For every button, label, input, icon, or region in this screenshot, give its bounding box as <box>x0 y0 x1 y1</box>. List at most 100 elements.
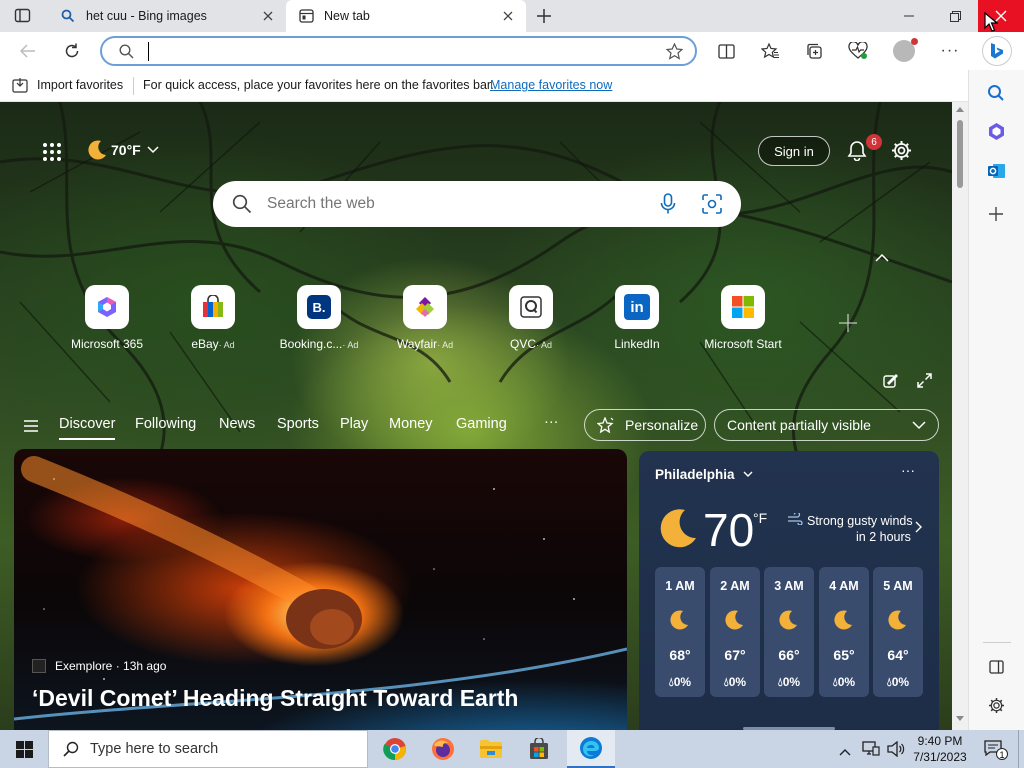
collapse-chevron-icon[interactable] <box>875 249 889 267</box>
quick-link-ebay[interactable]: eBay· Ad <box>165 285 261 351</box>
sidebar-add-button[interactable] <box>989 207 1003 226</box>
quick-link-linkedin[interactable]: in LinkedIn <box>589 285 685 351</box>
feed-tab-money[interactable]: Money <box>389 416 433 432</box>
chevron-right-icon[interactable] <box>915 521 922 533</box>
sidebar-settings-button[interactable] <box>988 697 1005 719</box>
new-tab-button[interactable] <box>534 6 554 26</box>
moon-icon <box>660 509 696 548</box>
taskbar-chrome[interactable] <box>371 730 419 768</box>
tab-label: New tab <box>324 9 370 23</box>
hide-sidebar-button[interactable] <box>989 660 1004 679</box>
content-visibility-dropdown[interactable]: Content partially visible <box>714 409 939 441</box>
favorites-button[interactable] <box>756 37 784 65</box>
split-screen-button[interactable] <box>712 37 740 65</box>
microphone-icon[interactable] <box>660 193 676 215</box>
clock[interactable]: 9:40 PM 7/31/2023 <box>910 733 970 765</box>
manage-favorites-link[interactable]: Manage favorites now <box>490 78 612 92</box>
scroll-down-arrow-icon[interactable] <box>956 716 964 722</box>
apps-launcher-button[interactable] <box>42 142 62 162</box>
edit-background-button[interactable] <box>883 373 899 394</box>
feed-menu-button[interactable] <box>24 419 38 437</box>
quick-link-microsoft-start[interactable]: Microsoft Start <box>695 285 791 351</box>
collections-button[interactable] <box>800 37 828 65</box>
feed-tab-sports[interactable]: Sports <box>277 416 319 432</box>
quick-link-qvc[interactable]: QVC· Ad <box>483 285 579 351</box>
split-screen-icon <box>717 43 735 59</box>
feed-tab-gaming[interactable]: Gaming <box>456 416 507 432</box>
start-button[interactable] <box>0 730 48 768</box>
scroll-up-arrow-icon[interactable] <box>956 106 964 112</box>
web-search-input[interactable] <box>267 193 627 215</box>
page-settings-button[interactable] <box>891 140 912 166</box>
import-favorites-button[interactable]: Import favorites <box>12 77 123 93</box>
visual-search-icon[interactable] <box>702 194 722 214</box>
taskbar-file-explorer[interactable] <box>467 730 515 768</box>
add-quick-link-button[interactable] <box>839 314 857 337</box>
weather-city-dropdown[interactable]: Philadelphia <box>655 467 753 482</box>
hourly-forecast-item[interactable]: 5 AM 64° 💧︎0% <box>873 567 923 697</box>
title-bar: het cuu - Bing images New tab <box>0 0 1024 32</box>
back-button[interactable] <box>14 37 42 65</box>
taskbar-firefox[interactable] <box>419 730 467 768</box>
quick-link-booking[interactable]: B. Booking.c...· Ad <box>271 285 367 351</box>
tab-actions-icon[interactable] <box>14 8 32 24</box>
quick-link-microsoft365[interactable]: Microsoft 365 <box>59 285 155 351</box>
hourly-forecast-item[interactable]: 2 AM 67° 💧︎0% <box>710 567 760 697</box>
sidebar-search-button[interactable] <box>987 84 1005 107</box>
taskbar-store[interactable] <box>515 730 563 768</box>
web-search-box[interactable] <box>213 181 741 227</box>
feed-tab-following[interactable]: Following <box>135 416 196 432</box>
close-tab-icon[interactable] <box>500 8 516 24</box>
taskbar-search-box[interactable]: Type here to search <box>48 730 368 768</box>
feed-tab-play[interactable]: Play <box>340 416 368 432</box>
browser-essentials-button[interactable] <box>844 37 872 65</box>
page-scrollbar[interactable] <box>952 102 968 730</box>
weather-card[interactable]: Philadelphia ··· 70 °F Strong gusty wind… <box>639 451 939 730</box>
expand-icon <box>917 373 932 388</box>
weather-more-button[interactable]: ··· <box>901 462 915 478</box>
hourly-forecast-item[interactable]: 1 AM 68° 💧︎0% <box>655 567 705 697</box>
favorite-star-icon[interactable] <box>666 43 683 60</box>
restore-button[interactable] <box>932 0 978 32</box>
sidebar-outlook-button[interactable] <box>987 162 1006 185</box>
search-icon <box>119 44 134 59</box>
hourly-forecast-item[interactable]: 3 AM 66° 💧︎0% <box>764 567 814 697</box>
feed-more-button[interactable]: ··· <box>544 414 559 430</box>
new-tab-page: 70°F Sign in 6 Microsoft 365 eBay· Ad B.… <box>0 102 952 730</box>
gear-icon <box>989 698 1004 713</box>
scrollbar-thumb[interactable] <box>957 120 963 188</box>
action-center-button[interactable]: 1 <box>984 740 1008 761</box>
tab-bing-images[interactable]: het cuu - Bing images <box>48 0 286 32</box>
tab-new-tab[interactable]: New tab <box>286 0 526 32</box>
bing-icon <box>991 43 1003 59</box>
fullscreen-button[interactable] <box>917 373 932 393</box>
import-favorites-label: Import favorites <box>37 78 124 92</box>
close-tab-icon[interactable] <box>260 8 276 24</box>
sign-in-button[interactable]: Sign in <box>758 136 830 166</box>
refresh-button[interactable] <box>58 37 86 65</box>
hour-precip-row: 💧︎0% <box>873 675 923 690</box>
sidebar-office-button[interactable] <box>987 122 1006 146</box>
article-title[interactable]: ‘Devil Comet’ Heading Straight Toward Ea… <box>32 685 518 712</box>
show-hidden-icons-button[interactable] <box>839 743 851 761</box>
feed-tab-discover[interactable]: Discover <box>59 416 116 440</box>
personalize-button[interactable]: Personalize <box>584 409 706 441</box>
feed-tab-news[interactable]: News <box>219 416 255 432</box>
minimize-button[interactable] <box>886 0 932 32</box>
address-bar[interactable] <box>100 36 697 66</box>
volume-button[interactable] <box>887 740 905 762</box>
weather-widget-button[interactable]: 70°F <box>86 139 159 161</box>
taskbar-edge[interactable] <box>567 730 615 768</box>
hourly-forecast-item[interactable]: 4 AM 65° 💧︎0% <box>819 567 869 697</box>
address-input[interactable] <box>148 42 598 61</box>
bing-copilot-button[interactable] <box>982 36 1012 66</box>
profile-button[interactable] <box>890 37 918 65</box>
qvc-icon <box>520 296 542 318</box>
hero-article-card[interactable]: Exemplore · 13h ago ‘Devil Comet’ Headin… <box>14 449 627 730</box>
network-button[interactable] <box>862 741 880 761</box>
settings-more-button[interactable]: ··· <box>936 37 964 65</box>
notifications-button[interactable]: 6 <box>847 134 882 166</box>
plus-icon <box>989 207 1003 221</box>
show-desktop-button[interactable] <box>1018 730 1024 768</box>
quick-link-wayfair[interactable]: Wayfair· Ad <box>377 285 473 351</box>
